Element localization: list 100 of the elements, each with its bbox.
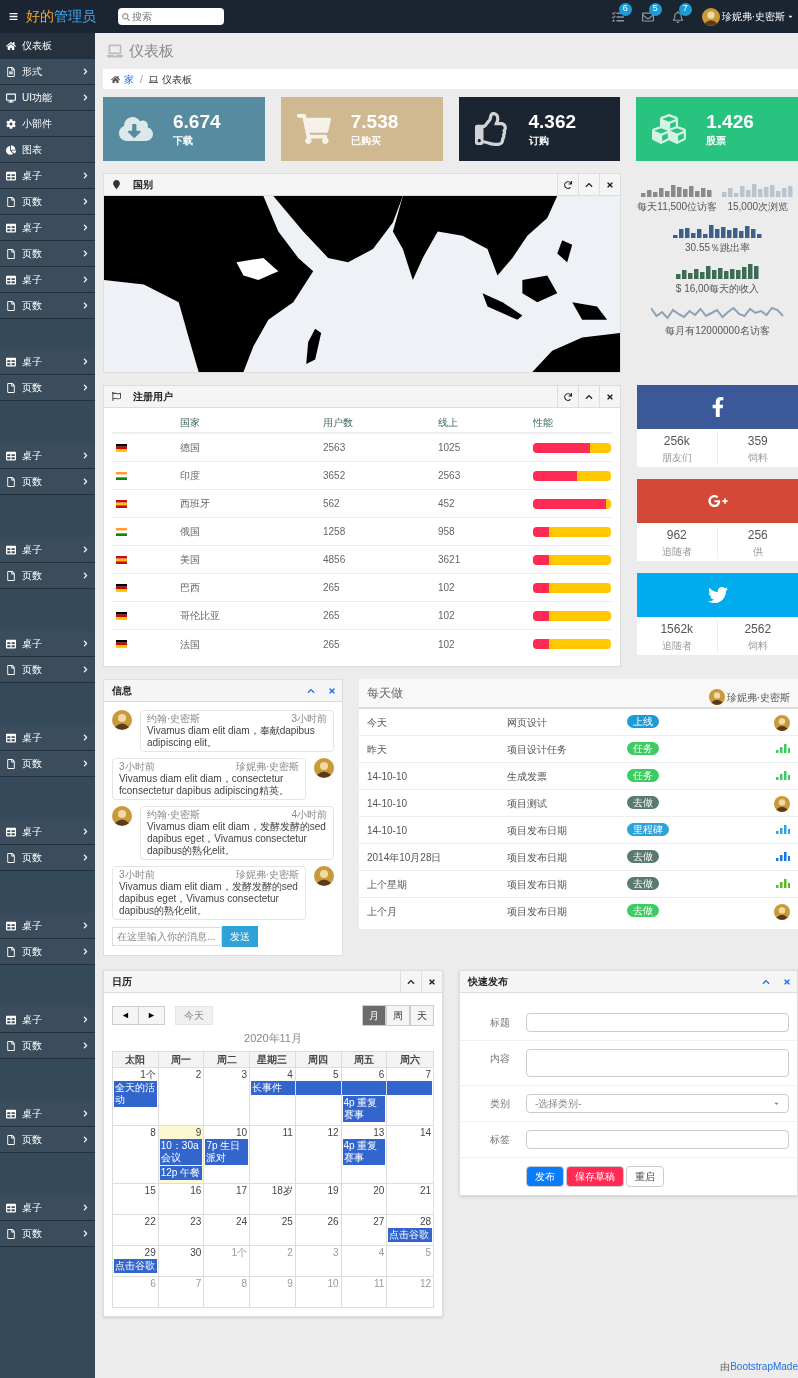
day-cell[interactable]: 18岁 xyxy=(250,1183,296,1214)
day-cell[interactable]: 6 4p 重复赛事 xyxy=(341,1067,388,1125)
footer-link[interactable]: BootstrapMade xyxy=(730,1361,798,1372)
calendar-event[interactable]: 点击谷歌 xyxy=(388,1227,432,1242)
sidebar-item[interactable]: UI功能 xyxy=(0,85,95,111)
day-cell[interactable]: 17 xyxy=(204,1183,251,1214)
day-cell[interactable]: 20 xyxy=(341,1183,388,1214)
day-cell[interactable]: 24 xyxy=(204,1214,251,1245)
sidebar-item[interactable]: 页数 xyxy=(0,657,95,683)
view-tab[interactable]: 月 xyxy=(362,1005,386,1026)
sidebar-item[interactable]: 页数 xyxy=(0,751,95,777)
sidebar-item[interactable]: 桌子 xyxy=(0,443,95,469)
sidebar-item[interactable]: 桌子 xyxy=(0,631,95,657)
day-cell[interactable]: 22 xyxy=(113,1214,159,1245)
calendar-event[interactable]: 7p 生日派对 xyxy=(205,1138,249,1165)
day-cell[interactable]: 1个 全天的活动 xyxy=(113,1067,159,1125)
chevron-icon xyxy=(82,922,89,929)
sidebar-item[interactable]: 页数 xyxy=(0,1221,95,1247)
sidebar-item[interactable]: 仪表板 xyxy=(0,33,95,59)
event-continuation[interactable] xyxy=(295,1080,341,1095)
calendar-event[interactable]: 4p 重复赛事 xyxy=(342,1138,386,1165)
sidebar-item[interactable]: 桌子 xyxy=(0,267,95,293)
calendar-event[interactable]: 长事件 xyxy=(251,1080,295,1095)
form-button[interactable]: 重启 xyxy=(626,1166,664,1187)
day-cell[interactable]: 5 xyxy=(295,1067,342,1125)
sidebar-item[interactable]: 图表 xyxy=(0,137,95,163)
sidebar-item[interactable]: 页数 xyxy=(0,375,95,401)
calendar-event[interactable]: 点击谷歌 xyxy=(114,1258,157,1273)
user-name[interactable]: 珍妮弗·史密斯 xyxy=(721,9,785,24)
sidebar-item[interactable]: 页数 xyxy=(0,189,95,215)
sidebar-item[interactable]: 桌子 xyxy=(0,537,95,563)
tasks-icon[interactable] xyxy=(611,10,624,23)
menu-icon[interactable] xyxy=(9,12,18,21)
day-cell[interactable]: 25 xyxy=(250,1214,296,1245)
calendar-event[interactable]: 10：30a 会议 xyxy=(159,1138,203,1165)
form-button[interactable]: 保存草稿 xyxy=(566,1166,624,1187)
text-field[interactable] xyxy=(526,1013,789,1032)
day-cell[interactable]: 3 xyxy=(204,1067,251,1125)
day-cell[interactable]: 12 xyxy=(295,1125,342,1183)
form-button[interactable]: 发布 xyxy=(526,1166,564,1187)
sidebar-item[interactable]: 桌子 xyxy=(0,913,95,939)
day-cell[interactable]: 10 7p 生日派对 xyxy=(204,1125,251,1183)
day-cell[interactable]: 7 xyxy=(387,1067,433,1125)
sidebar-item[interactable]: 桌子 xyxy=(0,1007,95,1033)
day-cell[interactable]: 30 xyxy=(158,1245,205,1276)
sidebar-item[interactable]: 小部件 xyxy=(0,111,95,137)
day-cell[interactable]: 13 4p 重复赛事 xyxy=(341,1125,388,1183)
day-cell[interactable]: 11 xyxy=(250,1125,296,1183)
select-field[interactable]: -选择类别- xyxy=(526,1094,789,1113)
todo-task: 项目设计任务 xyxy=(507,743,567,757)
day-cell[interactable]: 19 xyxy=(295,1183,342,1214)
day-cell[interactable]: 2 xyxy=(158,1067,205,1125)
day-cell[interactable]: 4 长事件 xyxy=(250,1067,296,1125)
calendar-event[interactable]: 全天的活动 xyxy=(114,1080,157,1107)
day-cell[interactable]: 23 xyxy=(158,1214,205,1245)
logo-text[interactable]: 管理员 xyxy=(54,6,96,27)
twitter-icon[interactable] xyxy=(707,585,728,605)
sidebar-item[interactable]: 桌子 xyxy=(0,215,95,241)
logo-text[interactable]: 好的 xyxy=(26,6,54,27)
event-continuation[interactable] xyxy=(341,1080,387,1095)
calendar-event[interactable]: 4p 重复赛事 xyxy=(342,1095,386,1122)
sidebar-item[interactable]: 页数 xyxy=(0,563,95,589)
day-cell[interactable]: 26 xyxy=(295,1214,342,1245)
view-tab[interactable]: 周 xyxy=(386,1005,410,1026)
sidebar-item[interactable]: 页数 xyxy=(0,939,95,965)
chevron-icon xyxy=(82,358,89,365)
sidebar-item[interactable]: 桌子 xyxy=(0,349,95,375)
day-cell[interactable]: 21 xyxy=(387,1183,433,1214)
sidebar-item[interactable]: 页数 xyxy=(0,241,95,267)
next-button[interactable]: ► xyxy=(138,1006,165,1025)
view-tab[interactable]: 天 xyxy=(410,1005,434,1026)
sidebar-item[interactable]: 桌子 xyxy=(0,725,95,751)
search-field[interactable]: 搜索 xyxy=(118,8,224,25)
sidebar-item[interactable]: 桌子 xyxy=(0,1195,95,1221)
text-field[interactable] xyxy=(526,1130,789,1149)
message-field[interactable]: 在这里输入你的消息... xyxy=(112,927,222,946)
day-cell[interactable]: 29 点击谷歌 xyxy=(113,1245,159,1276)
calendar-event[interactable]: 12p 午餐 xyxy=(159,1165,203,1180)
sidebar-item[interactable]: 页数 xyxy=(0,1033,95,1059)
sidebar-item[interactable]: 页数 xyxy=(0,293,95,319)
day-cell[interactable]: 27 xyxy=(341,1214,388,1245)
sidebar-item[interactable]: 桌子 xyxy=(0,819,95,845)
sidebar-item[interactable]: 页数 xyxy=(0,469,95,495)
day-cell[interactable]: 8 xyxy=(113,1125,159,1183)
day-cell[interactable]: 16 xyxy=(158,1183,205,1214)
chevron-up-icon xyxy=(761,977,770,986)
day-cell[interactable]: 15 xyxy=(113,1183,159,1214)
day-cell[interactable]: 28 点击谷歌 xyxy=(387,1214,433,1245)
page-icon xyxy=(6,1134,16,1145)
day-cell[interactable]: 9 10：30a 会议 12p 午餐 xyxy=(158,1125,205,1183)
sidebar-item[interactable]: 桌子 xyxy=(0,163,95,189)
day-cell[interactable]: 14 xyxy=(387,1125,433,1183)
sidebar-item[interactable]: 形式 xyxy=(0,59,95,85)
sidebar-item[interactable]: 桌子 xyxy=(0,1101,95,1127)
event-continuation[interactable] xyxy=(387,1080,432,1095)
mail-icon[interactable] xyxy=(641,10,654,23)
sidebar-item[interactable]: 页数 xyxy=(0,1127,95,1153)
sidebar-item[interactable]: 页数 xyxy=(0,845,95,871)
breadcrumb-link[interactable]: 家 xyxy=(124,71,134,87)
prev-button[interactable]: ◄ xyxy=(112,1006,139,1025)
